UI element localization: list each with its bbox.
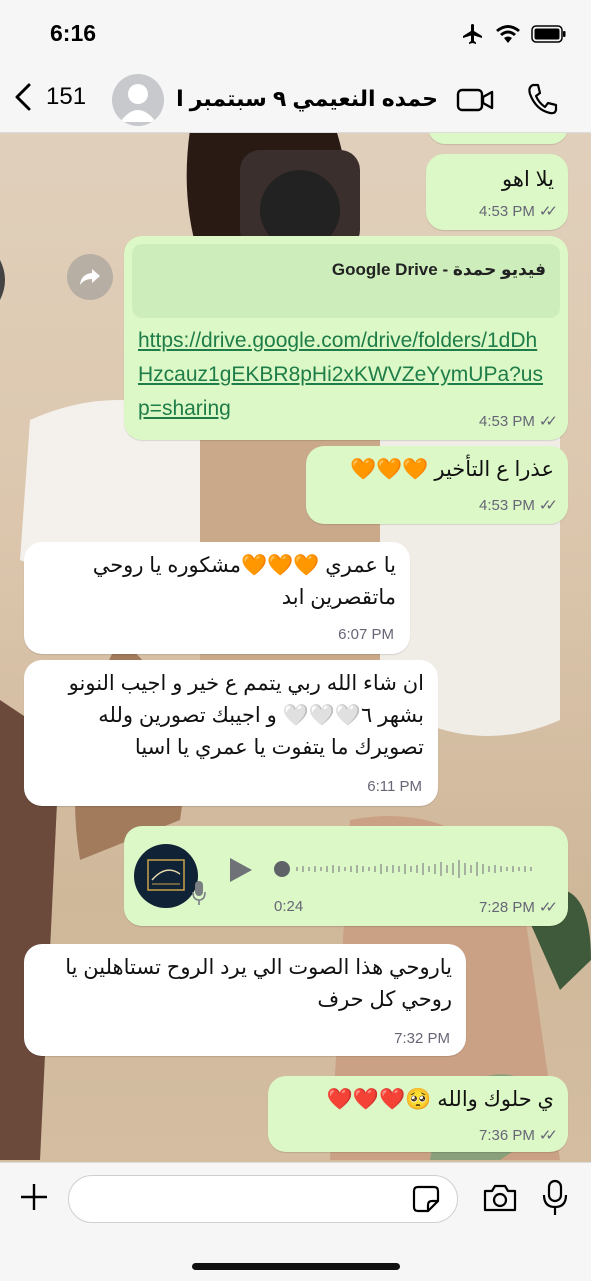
message-time: 4:53 PM bbox=[478, 412, 535, 430]
message-text: عذرا ع التأخير 🧡🧡🧡 bbox=[350, 458, 554, 481]
status-bar: 6:16 bbox=[0, 0, 591, 70]
message-time: 4:53 PM bbox=[478, 496, 535, 514]
phone-call-icon[interactable] bbox=[526, 82, 558, 116]
message-time: 6:07 PM bbox=[338, 626, 394, 643]
link-preview-title: فيديو حمدة - Google Drive bbox=[331, 260, 546, 279]
photography-logo-icon bbox=[147, 859, 185, 891]
avatar[interactable] bbox=[112, 74, 164, 126]
sticker-icon[interactable] bbox=[412, 1185, 440, 1213]
link-url[interactable]: https://drive.google.com/drive/folders/1… bbox=[138, 324, 552, 426]
contact-name[interactable]: حمده النعيمي ٩ سبتمبر ال... bbox=[176, 86, 438, 112]
message-bubble-incoming[interactable]: ان شاء الله ربي يتمم ع خير و اجيب النونو… bbox=[24, 660, 438, 806]
play-icon[interactable] bbox=[228, 856, 254, 884]
read-ticks-icon: ✓✓ bbox=[538, 413, 558, 430]
chevron-left-icon bbox=[15, 83, 31, 111]
battery-icon bbox=[531, 25, 566, 43]
message-text: ياروحي هذا الصوت الي يرد الروح تستاهلين … bbox=[65, 956, 452, 1011]
wifi-icon bbox=[496, 25, 520, 43]
message-text: يلا اهو bbox=[502, 168, 554, 191]
message-text: ي حلوك والله 🥺❤️❤️❤️ bbox=[326, 1088, 554, 1111]
microphone-icon[interactable] bbox=[542, 1179, 568, 1217]
message-time: 7:32 PM bbox=[394, 1030, 450, 1047]
read-ticks-icon: ✓✓ bbox=[538, 899, 558, 916]
link-preview[interactable]: فيديو حمدة - Google Drive bbox=[132, 244, 560, 318]
message-time: 7:36 PM bbox=[478, 1126, 535, 1144]
composer-bar bbox=[0, 1162, 591, 1281]
home-indicator bbox=[192, 1263, 400, 1270]
message-text: يا عمري 🧡🧡🧡مشكوره يا روحي ماتقصرين ابد bbox=[92, 554, 396, 609]
camera-icon[interactable] bbox=[482, 1183, 518, 1213]
voice-sender-logo bbox=[134, 844, 198, 908]
message-time: 6:11 PM bbox=[367, 778, 422, 795]
status-time: 6:16 bbox=[50, 20, 97, 46]
message-bubble-outgoing[interactable]: يلا اهو 4:53 PM ✓✓ bbox=[426, 154, 568, 230]
microphone-badge-icon bbox=[192, 881, 206, 905]
forward-icon bbox=[80, 269, 100, 285]
message-bubble-incoming[interactable]: ياروحي هذا الصوت الي يرد الروح تستاهلين … bbox=[24, 944, 466, 1056]
forward-button[interactable] bbox=[67, 254, 113, 300]
message-bubble-link[interactable]: فيديو حمدة - Google Drive https://drive.… bbox=[124, 236, 568, 440]
plus-icon[interactable] bbox=[18, 1181, 50, 1213]
message-bubble-outgoing[interactable]: ي حلوك والله 🥺❤️❤️❤️ 7:36 PM ✓✓ bbox=[268, 1076, 568, 1152]
read-ticks-icon: ✓✓ bbox=[538, 203, 558, 220]
message-bubble-outgoing[interactable]: عذرا ع التأخير 🧡🧡🧡 4:53 PM ✓✓ bbox=[306, 446, 568, 524]
airplane-icon bbox=[463, 24, 482, 44]
chat-header: 151 حمده النعيمي ٩ سبتمبر ال... bbox=[0, 70, 591, 133]
voice-waveform[interactable] bbox=[272, 854, 544, 884]
read-ticks-icon: ✓✓ bbox=[538, 1127, 558, 1144]
voice-message-bubble[interactable]: 0:24 7:28 PM ✓✓ bbox=[124, 826, 568, 926]
message-bubble-incoming[interactable]: يا عمري 🧡🧡🧡مشكوره يا روحي ماتقصرين ابد 6… bbox=[24, 542, 410, 654]
message-text: ان شاء الله ربي يتمم ع خير و اجيب النونو… bbox=[68, 672, 424, 759]
video-call-icon[interactable] bbox=[456, 86, 494, 114]
back-button[interactable]: 151 bbox=[14, 82, 86, 112]
message-input[interactable] bbox=[68, 1175, 458, 1223]
avatar-placeholder-icon bbox=[120, 84, 156, 122]
message-time: 4:53 PM bbox=[478, 202, 535, 220]
unread-count: 151 bbox=[46, 83, 87, 110]
read-ticks-icon: ✓✓ bbox=[538, 497, 558, 514]
message-time: 7:28 PM bbox=[478, 898, 535, 916]
voice-duration: 0:24 bbox=[274, 898, 304, 915]
